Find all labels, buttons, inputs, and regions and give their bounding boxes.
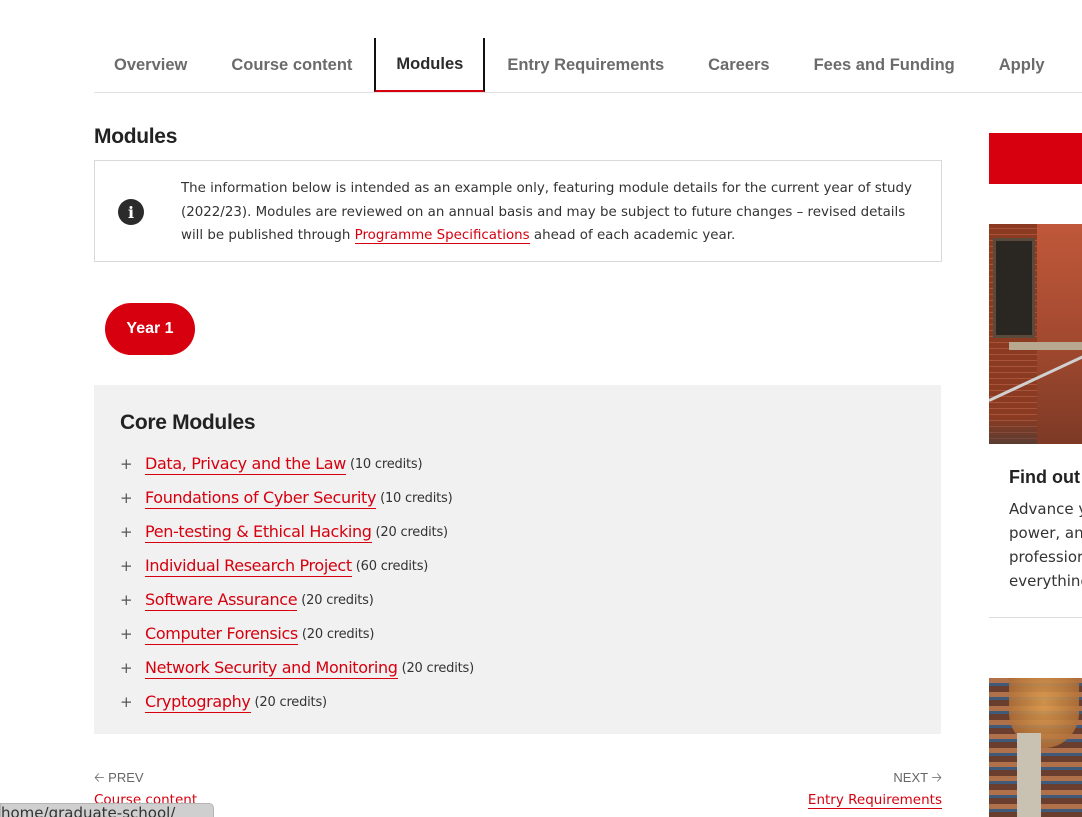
core-modules-panel: Core Modules + Data, Privacy and the Law… [94, 385, 941, 734]
module-item: + Data, Privacy and the Law (10 credits) [120, 447, 474, 481]
expand-plus-icon[interactable]: + [120, 693, 145, 711]
module-credits: (20 credits) [375, 524, 449, 540]
tab-entry-requirements[interactable]: Entry Requirements [485, 38, 686, 92]
module-link[interactable]: Individual Research Project [145, 556, 352, 577]
module-item: + Software Assurance (20 credits) [120, 583, 474, 617]
image-cap-detail [1009, 342, 1082, 350]
core-modules-title: Core Modules [120, 411, 256, 434]
module-list: + Data, Privacy and the Law (10 credits)… [120, 447, 474, 719]
module-credits: (10 credits) [380, 490, 453, 506]
browser-status-url: home/graduate-school/ [0, 803, 214, 817]
info-text: The information below is intended as an … [181, 177, 921, 248]
module-link[interactable]: Cryptography [145, 692, 251, 713]
sidebar-divider [989, 617, 1082, 618]
info-notice: i The information below is intended as a… [94, 160, 942, 262]
sidebar-interior-image [989, 678, 1082, 817]
sidebar-card-text: Advance y power, an professior everythin… [1009, 497, 1082, 593]
module-credits: (20 credits) [254, 694, 328, 710]
expand-plus-icon[interactable]: + [120, 659, 145, 677]
expand-plus-icon[interactable]: + [120, 523, 145, 541]
module-item: + Cryptography (20 credits) [120, 685, 474, 719]
arrow-left-icon: 🡠 [94, 770, 109, 785]
module-item: + Network Security and Monitoring (20 cr… [120, 651, 474, 685]
info-circle-icon: i [118, 199, 144, 225]
module-item: + Pen-testing & Ethical Hacking (20 cred… [120, 515, 474, 549]
image-column-detail [1017, 733, 1041, 817]
module-link[interactable]: Network Security and Monitoring [145, 658, 398, 679]
module-credits: (10 credits) [349, 456, 423, 472]
tab-careers[interactable]: Careers [686, 38, 791, 92]
module-link[interactable]: Foundations of Cyber Security [145, 488, 376, 509]
tab-apply[interactable]: Apply [977, 38, 1067, 92]
sidebar-text-line: professior [1009, 548, 1082, 566]
sidebar-card-title[interactable]: Find out [1009, 467, 1080, 488]
expand-plus-icon[interactable]: + [120, 557, 145, 575]
expand-plus-icon[interactable]: + [120, 455, 145, 473]
next-page-nav: NEXT 🡢 Entry Requirements [807, 769, 942, 809]
image-pillar-detail [1037, 224, 1082, 444]
tab-course-content[interactable]: Course content [209, 38, 374, 92]
expand-plus-icon[interactable]: + [120, 625, 145, 643]
tab-modules[interactable]: Modules [374, 38, 486, 92]
programme-specifications-link[interactable]: Programme Specifications [354, 228, 530, 244]
tab-fees-and-funding[interactable]: Fees and Funding [792, 38, 977, 92]
module-credits: (60 credits) [355, 558, 429, 574]
sidebar-text-line: power, an [1009, 524, 1082, 542]
module-link[interactable]: Computer Forensics [145, 624, 298, 645]
tab-overview[interactable]: Overview [94, 38, 209, 92]
next-label: NEXT 🡢 [808, 769, 942, 787]
module-link[interactable]: Software Assurance [145, 590, 298, 611]
image-window-detail [993, 238, 1035, 338]
year-1-button[interactable]: Year 1 [105, 303, 195, 355]
sidebar-text-line: Advance y [1009, 500, 1082, 518]
sidebar-red-button[interactable] [989, 133, 1082, 184]
page-section-title: Modules [94, 125, 178, 148]
module-item: + Individual Research Project (60 credit… [120, 549, 474, 583]
next-entry-requirements-link[interactable]: Entry Requirements [807, 792, 942, 809]
module-item: + Foundations of Cyber Security (10 cred… [120, 481, 474, 515]
module-credits: (20 credits) [301, 626, 375, 642]
prev-text: PREV [108, 770, 144, 785]
section-tabs: Overview Course content Modules Entry Re… [94, 38, 1082, 93]
arrow-right-icon: 🡢 [927, 770, 942, 785]
expand-plus-icon[interactable]: + [120, 489, 145, 507]
info-text-after: ahead of each academic year. [529, 228, 736, 243]
expand-plus-icon[interactable]: + [120, 591, 145, 609]
module-credits: (20 credits) [301, 592, 374, 608]
sidebar-building-image [989, 224, 1082, 444]
module-item: + Computer Forensics (20 credits) [120, 617, 474, 651]
module-link[interactable]: Data, Privacy and the Law [145, 454, 346, 475]
sidebar-text-line: everything [1009, 572, 1082, 590]
module-link[interactable]: Pen-testing & Ethical Hacking [145, 522, 372, 543]
prev-label: 🡠 PREV [94, 769, 197, 787]
module-credits: (20 credits) [401, 660, 475, 676]
next-text: NEXT [893, 770, 928, 785]
